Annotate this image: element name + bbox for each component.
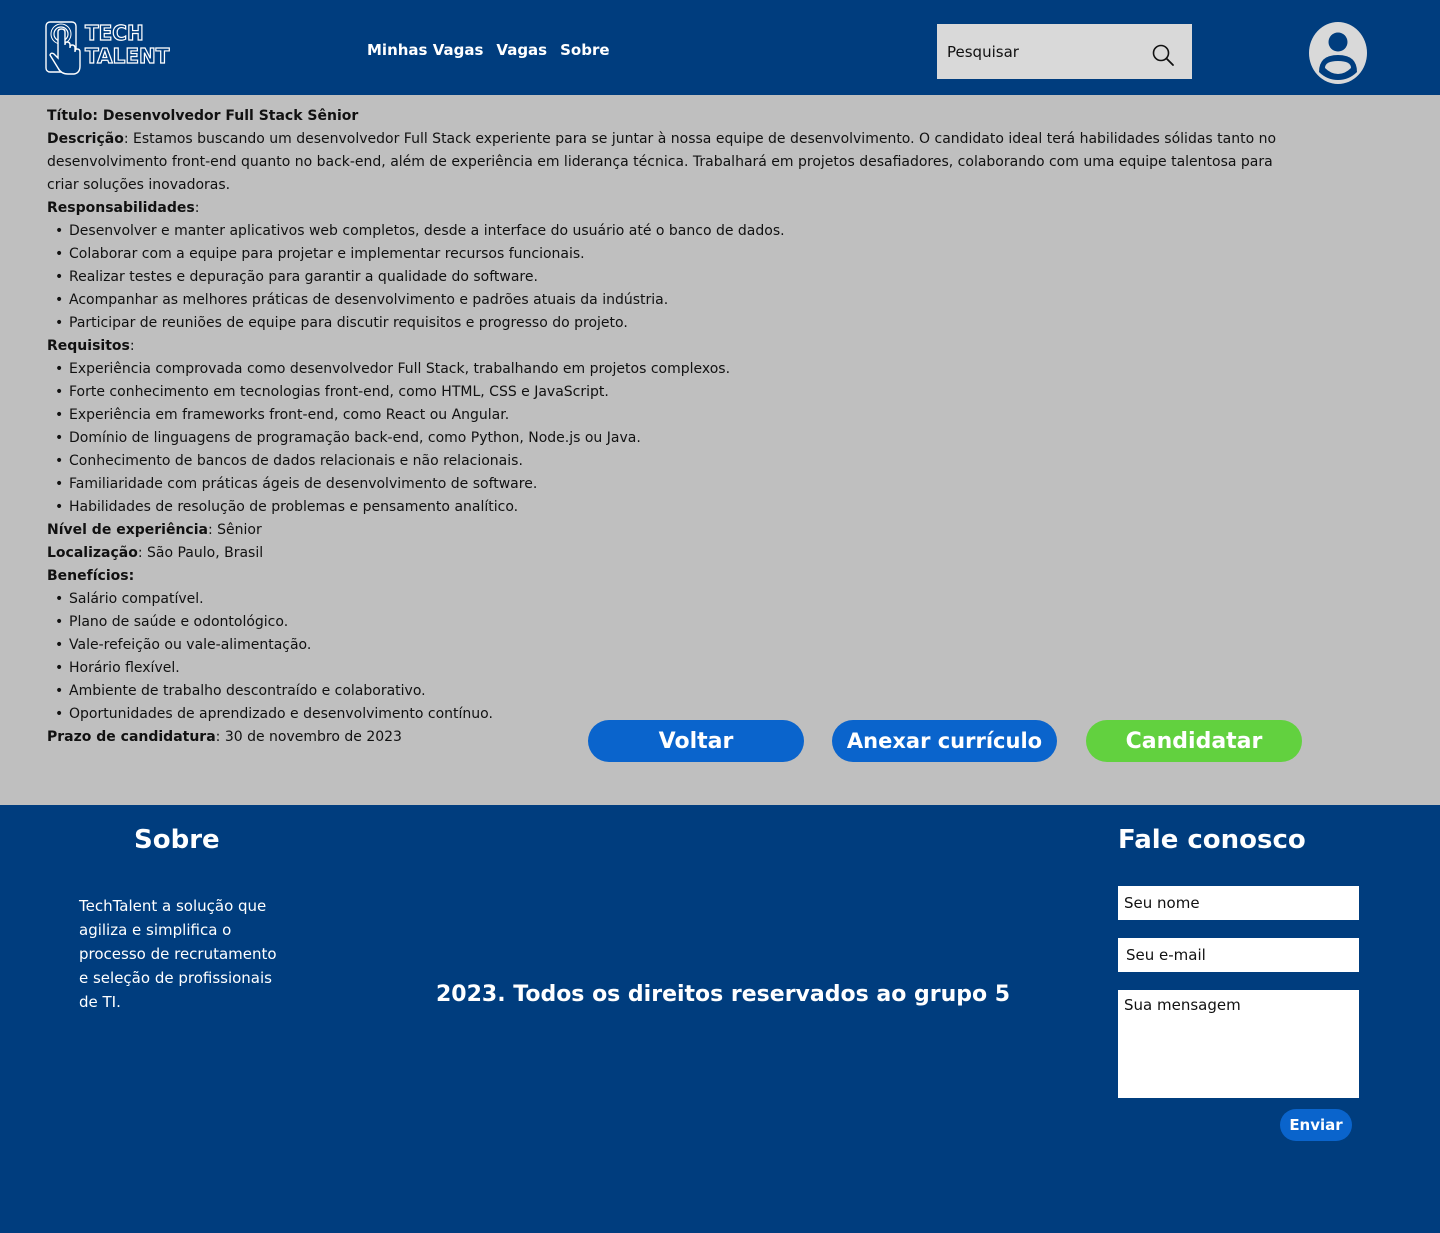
job-description: Descrição: Estamos buscando um desenvolv… <box>47 128 1277 197</box>
email-field[interactable] <box>1118 938 1359 972</box>
list-item: Domínio de linguagens de programação bac… <box>47 427 1277 450</box>
deadline-value: : 30 de novembro de 2023 <box>215 729 402 745</box>
job-location: Localização: São Paulo, Brasil <box>47 542 1277 565</box>
description-text: : Estamos buscando um desenvolvedor Full… <box>47 131 1277 193</box>
send-button[interactable]: Enviar <box>1280 1109 1352 1141</box>
benefits-list: Salário compatível. Plano de saúde e odo… <box>47 588 1277 726</box>
footer-about-title: Sobre <box>134 825 220 855</box>
benefits-label: Benefícios: <box>47 568 135 584</box>
benefits-heading: Benefícios: <box>47 565 1277 588</box>
name-field[interactable] <box>1118 886 1359 920</box>
list-item: Horário flexível. <box>47 657 1277 680</box>
list-item: Realizar testes e depuração para garanti… <box>47 266 1277 289</box>
list-item: Conhecimento de bancos de dados relacion… <box>47 450 1277 473</box>
apply-button[interactable]: Candidatar <box>1086 720 1302 762</box>
level-value: : Sênior <box>207 522 262 538</box>
list-item: Vale-refeição ou vale-alimentação. <box>47 634 1277 657</box>
requirements-label: Requisitos <box>47 338 130 354</box>
requirements-heading: Requisitos: <box>47 338 135 354</box>
location-label: Localização <box>47 545 138 561</box>
responsibilities-label: Responsabilidades <box>47 200 195 216</box>
experience-level: Nível de experiência: Sênior <box>47 519 1277 542</box>
message-field[interactable] <box>1118 990 1359 1098</box>
nav-minhas-vagas[interactable]: Minhas Vagas <box>367 41 483 59</box>
job-title: Título: Desenvolvedor Full Stack Sênior <box>47 105 1277 128</box>
attach-resume-button[interactable]: Anexar currículo <box>832 720 1057 762</box>
list-item: Forte conhecimento em tecnologias front-… <box>47 381 1277 404</box>
responsibilities-heading: Responsabilidades: <box>47 200 200 216</box>
top-header: TECH TALENT Minhas Vagas Vagas Sobre <box>0 0 1440 95</box>
search-box <box>937 24 1192 79</box>
copyright-text: 2023. Todos os direitos reservados ao gr… <box>436 982 1011 1007</box>
list-item: Habilidades de resolução de problemas e … <box>47 496 1277 519</box>
contact-title: Fale conosco <box>1118 825 1306 855</box>
list-item: Participar de reuniões de equipe para di… <box>47 312 1277 335</box>
list-item: Experiência comprovada como desenvolvedo… <box>47 358 1277 381</box>
list-item: Desenvolver e manter aplicativos web com… <box>47 220 1277 243</box>
list-item: Ambiente de trabalho descontraído e cola… <box>47 680 1277 703</box>
requirements-list: Experiência comprovada como desenvolvedo… <box>47 358 1277 519</box>
logo-wordmark: TECH TALENT <box>84 21 170 68</box>
touch-hand-icon <box>45 21 81 75</box>
list-item: Familiaridade com práticas ágeis de dese… <box>47 473 1277 496</box>
search-input[interactable] <box>937 24 1147 79</box>
responsibilities-list: Desenvolver e manter aplicativos web com… <box>47 220 1277 335</box>
list-item: Experiência em frameworks front-end, com… <box>47 404 1277 427</box>
list-item: Acompanhar as melhores práticas de desen… <box>47 289 1277 312</box>
logo-line-tech: TECH <box>84 21 144 45</box>
page-footer: Sobre TechTalent a solução que agiliza e… <box>0 805 1440 1233</box>
description-label: Descrição <box>47 131 124 147</box>
nav-sobre[interactable]: Sobre <box>560 41 609 59</box>
user-icon[interactable] <box>1309 22 1367 84</box>
list-item: Salário compatível. <box>47 588 1277 611</box>
techtalent-logo[interactable]: TECH TALENT <box>44 20 184 82</box>
deadline-label: Prazo de candidatura <box>47 729 216 745</box>
main-nav: Minhas Vagas Vagas Sobre <box>367 41 610 59</box>
job-title-text: Título: Desenvolvedor Full Stack Sênior <box>47 108 359 124</box>
back-button[interactable]: Voltar <box>588 720 804 762</box>
job-details: Título: Desenvolvedor Full Stack Sênior … <box>47 105 1277 749</box>
list-item: Plano de saúde e odontológico. <box>47 611 1277 634</box>
level-label: Nível de experiência <box>47 522 208 538</box>
footer-about-text: TechTalent a solução que agiliza e simpl… <box>79 897 277 1011</box>
logo-line-talent: TALENT <box>84 44 170 68</box>
nav-vagas[interactable]: Vagas <box>496 41 547 59</box>
search-icon[interactable] <box>1151 43 1175 67</box>
location-value: : São Paulo, Brasil <box>137 545 264 561</box>
list-item: Colaborar com a equipe para projetar e i… <box>47 243 1277 266</box>
